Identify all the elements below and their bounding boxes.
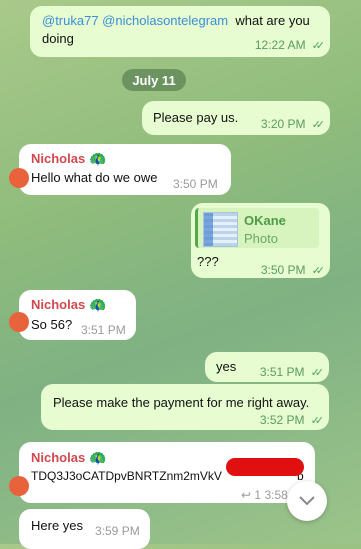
- reply-count: 1: [254, 488, 262, 502]
- message-time: 3:52 PM: [259, 413, 305, 427]
- message-body: what are you: [231, 13, 310, 28]
- message-meta: 3:20 PM ✓✓: [260, 115, 326, 134]
- chevron-down-icon: [299, 496, 315, 506]
- double-check-icon: ✓✓: [311, 119, 326, 131]
- message-meta: 3:50 PM ✓✓: [260, 261, 326, 280]
- message-outgoing[interactable]: yes 3:51 PM ✓✓: [205, 352, 329, 382]
- avatar[interactable]: [9, 476, 29, 496]
- reply-title: OKane: [244, 213, 286, 228]
- message-text: ???: [197, 254, 219, 269]
- message-meta: 12:22 AM ✓✓: [254, 36, 326, 55]
- reply-preview[interactable]: OKane Photo: [195, 208, 319, 248]
- message-time: 3:51 PM: [259, 365, 305, 379]
- message-time: 3:59 PM: [95, 524, 140, 538]
- message-text: Please pay us.: [153, 110, 239, 125]
- scroll-to-bottom-button[interactable]: [287, 481, 327, 521]
- message-time: 3:58: [264, 488, 288, 502]
- avatar[interactable]: [9, 312, 29, 332]
- message-text: TDQ3J3oCATDpvBNRTZnm2mVkV: [31, 469, 222, 483]
- message-incoming[interactable]: Nicholas 🦚 Hello what do we owe 3:50 PM: [9, 144, 231, 195]
- message-text: yes: [216, 359, 237, 374]
- message-text: Hello what do we owe: [31, 170, 158, 185]
- message-text: Please make the payment for me right awa…: [53, 395, 310, 410]
- sender-name[interactable]: Nicholas 🦚: [31, 449, 107, 467]
- message-text: So 56?: [31, 317, 73, 332]
- message-outgoing[interactable]: @truka77 @nicholasontelegram what are yo…: [30, 6, 330, 57]
- emoji-status-icon: 🦚: [89, 151, 107, 167]
- message-text-line2: doing: [42, 31, 74, 46]
- double-check-icon: ✓✓: [310, 367, 325, 379]
- message-text: @truka77 @nicholasontelegram what are yo…: [42, 12, 322, 30]
- redaction-mark: [226, 458, 304, 476]
- message-outgoing[interactable]: Please make the payment for me right awa…: [41, 384, 329, 430]
- message-outgoing[interactable]: Please pay us. 3:20 PM ✓✓: [142, 101, 330, 135]
- avatar[interactable]: [9, 168, 29, 188]
- emoji-status-icon: 🦚: [89, 297, 107, 313]
- photo-thumbnail: [203, 212, 238, 247]
- message-incoming[interactable]: Here yes 3:59 PM: [19, 509, 150, 549]
- message-outgoing[interactable]: OKane Photo ??? 3:50 PM ✓✓: [191, 203, 330, 278]
- message-time: 3:20 PM: [260, 117, 306, 131]
- sender-name[interactable]: Nicholas 🦚: [31, 150, 107, 168]
- message-text: Here yes: [31, 518, 84, 533]
- double-check-icon: ✓✓: [310, 415, 325, 427]
- message-time: 3:50 PM: [173, 177, 218, 191]
- message-meta: ↩ 1 3:58: [241, 486, 288, 504]
- sender-name[interactable]: Nicholas 🦚: [31, 296, 107, 314]
- mention-link[interactable]: @truka77 @nicholasontelegram: [42, 13, 228, 28]
- message-incoming[interactable]: Nicholas 🦚 So 56? 3:51 PM: [9, 290, 136, 340]
- message-time: 3:50 PM: [260, 263, 306, 277]
- message-time: 3:51 PM: [81, 323, 126, 337]
- double-check-icon: ✓✓: [311, 40, 326, 52]
- double-check-icon: ✓✓: [311, 265, 326, 277]
- emoji-status-icon: 🦚: [89, 450, 107, 466]
- chat-view: @truka77 @nicholasontelegram what are yo…: [0, 0, 361, 549]
- reply-arrow-icon[interactable]: ↩: [241, 488, 251, 502]
- message-meta: 3:52 PM ✓✓: [259, 411, 325, 430]
- message-meta: 3:51 PM ✓✓: [259, 363, 325, 382]
- reply-subtitle: Photo: [244, 231, 278, 246]
- message-time: 12:22 AM: [254, 38, 306, 52]
- date-separator: July 11: [122, 69, 186, 91]
